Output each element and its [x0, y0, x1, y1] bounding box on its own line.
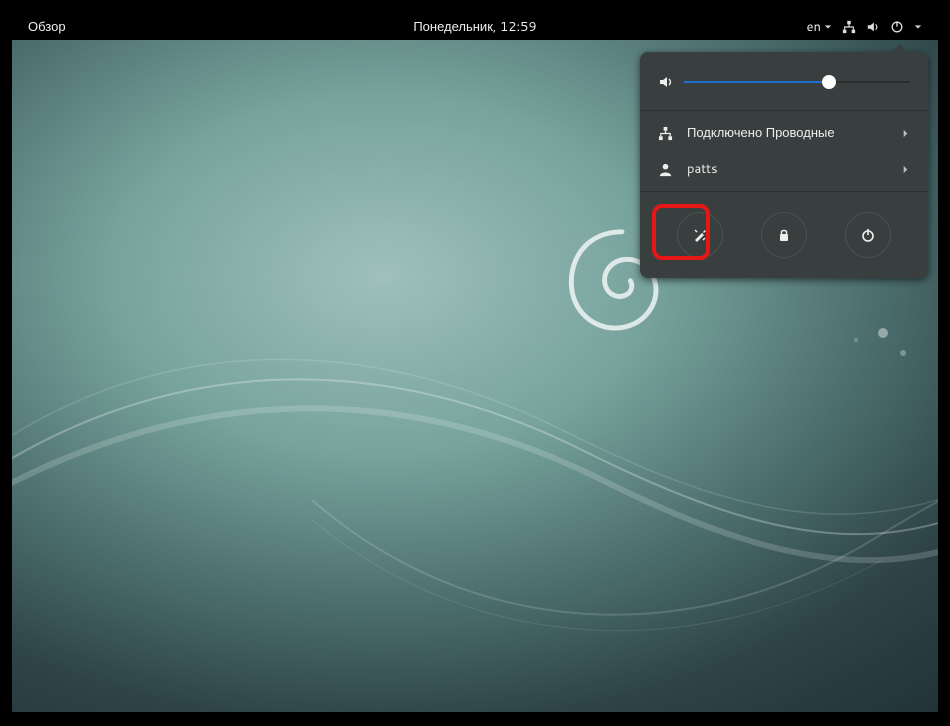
- volume-icon: [658, 74, 674, 90]
- chevron-right-icon: [901, 129, 910, 138]
- dot-decoration: [878, 328, 888, 338]
- power-icon: [860, 227, 876, 243]
- volume-slider[interactable]: [684, 74, 910, 90]
- dot-decoration: [900, 350, 906, 356]
- lock-button[interactable]: [761, 212, 807, 258]
- volume-row: [640, 64, 928, 106]
- network-wired-icon: [658, 126, 673, 141]
- system-menu-popup: Подключено Проводные patts: [640, 52, 928, 278]
- power-icon: [890, 20, 904, 34]
- wave-decoration: [12, 310, 938, 570]
- chevron-right-icon: [901, 165, 910, 174]
- user-label: patts: [687, 160, 718, 178]
- user-icon: [658, 162, 673, 177]
- chevron-down-icon: [914, 23, 922, 31]
- clock[interactable]: Понедельник, 12:59: [413, 18, 536, 36]
- settings-icon: [692, 227, 708, 243]
- network-label: Подключено Проводные: [687, 124, 835, 142]
- settings-button[interactable]: [677, 212, 723, 258]
- system-status-area[interactable]: [842, 20, 922, 34]
- activities-button[interactable]: Обзор: [28, 18, 66, 36]
- user-menu-item[interactable]: patts: [640, 151, 928, 187]
- chevron-down-icon: [824, 23, 832, 31]
- menu-divider: [640, 191, 928, 192]
- dot-decoration: [854, 338, 858, 342]
- wave-decoration: [312, 460, 938, 660]
- input-source-indicator[interactable]: en: [807, 18, 832, 36]
- power-button[interactable]: [845, 212, 891, 258]
- volume-icon: [866, 20, 880, 34]
- network-menu-item[interactable]: Подключено Проводные: [640, 115, 928, 151]
- language-label: en: [807, 18, 821, 36]
- menu-divider: [640, 110, 928, 111]
- action-buttons-row: [640, 196, 928, 258]
- top-panel: Обзор Понедельник, 12:59 en: [12, 14, 938, 40]
- lock-icon: [776, 227, 792, 243]
- network-wired-icon: [842, 20, 856, 34]
